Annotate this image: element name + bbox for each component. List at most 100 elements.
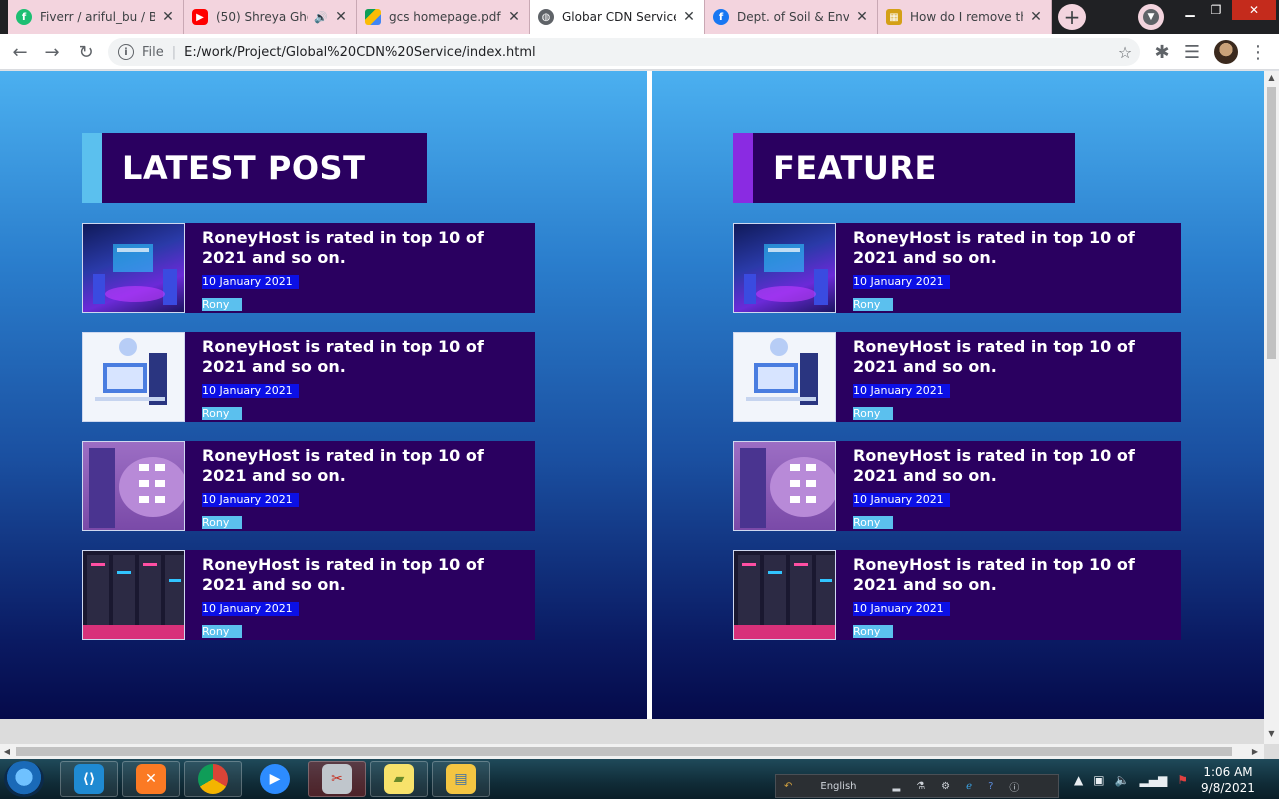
post-title[interactable]: RoneyHost is rated in top 10 of 2021 and… [853,446,1183,486]
signal-icon[interactable]: ▂▄▆ [1140,773,1168,787]
scroll-right-icon[interactable]: ▶ [1248,744,1262,759]
language-label[interactable]: English [820,781,856,792]
post-card[interactable]: RoneyHost is rated in top 10 of 2021 and… [733,223,1181,313]
post-title[interactable]: RoneyHost is rated in top 10 of 2021 and… [202,555,532,595]
post-thumbnail[interactable] [82,550,185,640]
vertical-scrollbar[interactable]: ▲ ▼ [1264,71,1279,744]
post-card[interactable]: RoneyHost is rated in top 10 of 2021 and… [733,441,1181,531]
taskbar-app-explorer[interactable]: ▤ [432,761,490,797]
start-button[interactable] [4,761,44,797]
post-date: 10 January 2021 [853,493,950,507]
post-author[interactable]: Rony [853,298,893,311]
show-hidden-icons[interactable]: ▲ [1074,773,1083,787]
tab-youtube[interactable]: ▶ (50) Shreya Ghos 🔊 ✕ [184,0,357,34]
bookmark-star-icon[interactable]: ☆ [1110,43,1140,62]
post-author[interactable]: Rony [853,407,893,420]
horizontal-scroll-thumb[interactable] [16,747,1232,756]
clock-date: 9/8/2021 [1201,781,1255,795]
post-title[interactable]: RoneyHost is rated in top 10 of 2021 and… [202,228,532,268]
post-author[interactable]: Rony [202,516,242,529]
taskbar-app-zoom[interactable]: ▶ [246,761,304,797]
info-icon[interactable]: ⓘ [1009,779,1019,794]
scrollbar-corner [1264,744,1279,759]
info-icon[interactable]: i [118,44,134,60]
youtube-icon: ▶ [192,9,208,25]
post-thumbnail[interactable] [82,441,185,531]
post-author[interactable]: Rony [202,298,242,311]
new-tab-button[interactable]: + [1058,4,1086,30]
post-thumbnail[interactable] [733,550,836,640]
vertical-scroll-thumb[interactable] [1267,87,1276,359]
post-thumbnail[interactable] [733,223,836,313]
ime-icon[interactable]: ↶ [784,781,792,792]
post-card[interactable]: RoneyHost is rated in top 10 of 2021 and… [733,332,1181,422]
close-tab-icon[interactable]: ✕ [855,9,869,25]
ie-icon[interactable]: ℯ [966,781,972,792]
language-bar[interactable]: ↶ English ▂ ⚗ ⚙ ℯ ? ⓘ [775,774,1059,798]
post-author[interactable]: Rony [853,516,893,529]
url-text[interactable]: E:/work/Project/Global%20CDN%20Service/i… [184,45,1110,60]
keyboard-icon[interactable]: ▂ [893,781,901,792]
help-icon[interactable]: ? [988,781,993,792]
address-bar[interactable]: i File | E:/work/Project/Global%20CDN%20… [108,38,1140,66]
scroll-left-icon[interactable]: ◀ [0,744,14,759]
tab-globar-cdn[interactable]: ◍ Globar CDN Service ✕ [530,0,705,34]
taskbar-app-chrome[interactable] [184,761,242,797]
media-control-icon[interactable]: ☰ [1178,38,1206,66]
post-thumbnail[interactable] [82,332,185,422]
menu-icon[interactable]: ⋮ [1244,38,1272,66]
scroll-up-icon[interactable]: ▲ [1264,71,1279,85]
taskbar-app-xampp[interactable]: ✕ [122,761,180,797]
tab-facebook[interactable]: f Dept. of Soil & Envir ✕ [705,0,878,34]
post-thumbnail[interactable] [733,441,836,531]
post-card[interactable]: RoneyHost is rated in top 10 of 2021 and… [733,550,1181,640]
system-clock[interactable]: 1:06 AM 9/8/2021 [1196,764,1260,796]
network-icon[interactable]: ⚑ [1177,773,1188,787]
horizontal-scrollbar[interactable]: ◀ ▶ [0,744,1264,759]
restore-button[interactable]: ❐ [1200,0,1232,20]
forward-button[interactable]: → [38,38,66,66]
heading-accent [733,133,753,203]
close-window-button[interactable]: ✕ [1232,0,1276,20]
taskbar-app-sticky-notes[interactable]: ▰ [370,761,428,797]
tab-search-button[interactable]: ▼ [1138,4,1164,30]
post-title[interactable]: RoneyHost is rated in top 10 of 2021 and… [202,446,532,486]
post-card[interactable]: RoneyHost is rated in top 10 of 2021 and… [82,441,535,531]
audio-icon[interactable]: 🔊 [314,11,328,24]
tab-fiverr[interactable]: f Fiverr / ariful_bu / Bu ✕ [8,0,184,34]
section-title: LATEST POST [122,149,366,187]
post-date: 10 January 2021 [202,493,299,507]
taskbar-app-snipping[interactable]: ✂ [308,761,366,797]
tools-icon[interactable]: ⚗ [916,781,925,792]
reload-button[interactable]: ↻ [72,38,100,66]
post-thumbnail[interactable] [733,332,836,422]
post-card[interactable]: RoneyHost is rated in top 10 of 2021 and… [82,550,535,640]
scroll-down-icon[interactable]: ▼ [1264,727,1279,741]
windows-taskbar: ⟨⟩ ✕ ▶ ✂ ▰ ▤ ↶ English ▂ ⚗ ⚙ ℯ ? ⓘ ▲ ▣ 🔈… [0,759,1279,799]
close-tab-icon[interactable]: ✕ [682,9,696,25]
post-author[interactable]: Rony [853,625,893,638]
post-title[interactable]: RoneyHost is rated in top 10 of 2021 and… [202,337,532,377]
tab-title: Dept. of Soil & Envir [737,10,849,24]
settings-icon[interactable]: ⚙ [941,781,950,792]
taskbar-app-vscode[interactable]: ⟨⟩ [60,761,118,797]
post-card[interactable]: RoneyHost is rated in top 10 of 2021 and… [82,332,535,422]
volume-icon[interactable]: 🔈 [1115,773,1130,787]
tab-drive[interactable]: gcs homepage.pdf - ✕ [357,0,530,34]
post-author[interactable]: Rony [202,625,242,638]
back-button[interactable]: ← [6,38,34,66]
close-tab-icon[interactable]: ✕ [1029,9,1043,25]
extensions-icon[interactable]: ✱ [1148,38,1176,66]
post-author[interactable]: Rony [202,407,242,420]
profile-avatar[interactable] [1214,40,1238,64]
close-tab-icon[interactable]: ✕ [507,9,521,25]
post-title[interactable]: RoneyHost is rated in top 10 of 2021 and… [853,337,1183,377]
tab-stackoverflow[interactable]: ▦ How do I remove the ✕ [878,0,1052,34]
close-tab-icon[interactable]: ✕ [334,9,348,25]
close-tab-icon[interactable]: ✕ [161,9,175,25]
device-icon[interactable]: ▣ [1093,773,1104,787]
post-card[interactable]: RoneyHost is rated in top 10 of 2021 and… [82,223,535,313]
post-thumbnail[interactable] [82,223,185,313]
post-title[interactable]: RoneyHost is rated in top 10 of 2021 and… [853,555,1183,595]
post-title[interactable]: RoneyHost is rated in top 10 of 2021 and… [853,228,1183,268]
